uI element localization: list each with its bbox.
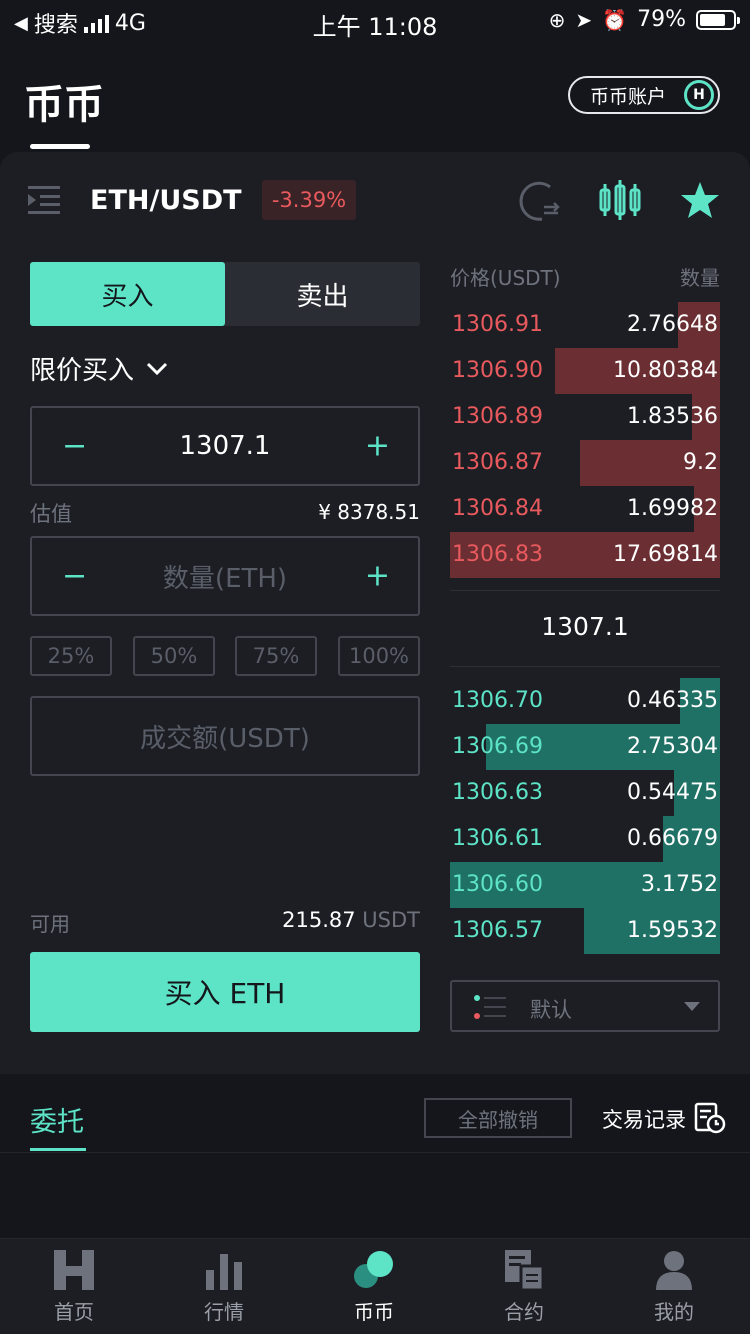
menu-icon[interactable] <box>28 186 60 214</box>
bid-row[interactable]: 1306.61 0.66679 <box>450 816 720 862</box>
percent-100-button[interactable]: 100% <box>338 636 420 676</box>
order-type-select[interactable]: 限价买入 <box>30 350 168 387</box>
status-bar: ◀ 搜索 4G 上午 11:08 ⊕ ➤ ⏰ 79% <box>0 0 750 44</box>
alarm-icon: ⏰ <box>602 7 628 32</box>
amount-minus-button[interactable]: − <box>62 559 87 594</box>
orientation-lock-icon: ⊕ <box>548 7 566 32</box>
available-balance: 215.87 USDT <box>282 908 420 932</box>
bid-row[interactable]: 1306.69 2.75304 <box>450 724 720 770</box>
amount-stepper: − 数量(ETH) + <box>30 536 420 616</box>
ask-row[interactable]: 1306.91 2.76648 <box>450 302 720 348</box>
tab-sell[interactable]: 卖出 <box>225 262 420 326</box>
nav-profile[interactable]: 我的 <box>624 1250 724 1325</box>
divider <box>0 1152 750 1153</box>
account-button[interactable]: 币币账户 H <box>568 76 720 114</box>
nav-home[interactable]: 首页 <box>24 1250 124 1325</box>
ask-row[interactable]: 1306.90 10.80384 <box>450 348 720 394</box>
nav-spot[interactable]: 币币 <box>324 1250 424 1325</box>
available-value: 215.87 <box>282 908 356 932</box>
refresh-icon[interactable] <box>518 179 562 223</box>
available-unit: USDT <box>362 908 420 932</box>
price-stepper: − 1307.1 + <box>30 406 420 486</box>
estimate-label: 估值 <box>30 502 72 526</box>
estimate-value: ¥ 8378.51 <box>318 500 420 524</box>
history-icon[interactable] <box>694 1102 726 1134</box>
trade-history-label: 交易记录 <box>602 1108 686 1132</box>
account-logo-icon: H <box>684 80 714 110</box>
price-plus-button[interactable]: + <box>365 429 390 464</box>
amount-input[interactable]: 数量(ETH) <box>163 558 287 595</box>
price-change-badge: -3.39% <box>262 180 356 220</box>
ask-row[interactable]: 1306.84 1.69982 <box>450 486 720 532</box>
percent-75-button[interactable]: 75% <box>235 636 317 676</box>
orders-tab-underline <box>30 1148 86 1151</box>
buy-eth-button[interactable]: 买入 ETH <box>30 952 420 1032</box>
bid-row[interactable]: 1306.63 0.54475 <box>450 770 720 816</box>
percent-25-button[interactable]: 25% <box>30 636 112 676</box>
home-icon <box>54 1250 94 1290</box>
nav-contract-label: 合约 <box>504 1300 544 1324</box>
kline-icon[interactable] <box>598 180 642 220</box>
page-title: 币币 <box>24 82 104 128</box>
caret-down-icon <box>684 1002 700 1011</box>
profile-icon <box>656 1251 692 1290</box>
battery-percent: 79% <box>637 7 686 32</box>
depth-mode-label: 默认 <box>530 998 572 1022</box>
percent-50-button[interactable]: 50% <box>133 636 215 676</box>
chevron-down-icon <box>146 362 168 375</box>
bid-row[interactable]: 1306.70 0.46335 <box>450 678 720 724</box>
favorite-star-icon[interactable] <box>680 181 720 219</box>
account-button-label: 币币账户 <box>590 85 667 108</box>
total-placeholder: 成交额(USDT) <box>140 723 310 754</box>
divider <box>450 590 720 591</box>
spot-icon <box>354 1251 393 1288</box>
contract-icon <box>505 1250 545 1290</box>
pair-name[interactable]: ETH/USDT <box>90 185 242 216</box>
orderbook-qty-header: 数量 <box>680 266 720 290</box>
tab-orders[interactable]: 委托 <box>30 1100 84 1139</box>
status-right: ⊕ ➤ ⏰ 79% <box>548 7 740 32</box>
bid-row[interactable]: 1306.57 1.59532 <box>450 908 720 954</box>
depth-mode-icon <box>474 995 506 1019</box>
location-icon: ➤ <box>575 7 593 32</box>
trade-history-link[interactable]: 交易记录 <box>602 1104 686 1134</box>
nav-contract[interactable]: 合约 <box>474 1250 574 1325</box>
amount-plus-button[interactable]: + <box>365 559 390 594</box>
order-type-label: 限价买入 <box>30 356 135 386</box>
market-icon <box>206 1254 242 1290</box>
depth-mode-select[interactable]: 默认 <box>450 980 720 1032</box>
price-input[interactable]: 1307.1 <box>180 431 271 461</box>
total-input[interactable]: 成交额(USDT) <box>30 696 420 776</box>
orderbook-price-header: 价格(USDT) <box>450 266 561 290</box>
price-minus-button[interactable]: − <box>62 429 87 464</box>
ask-row[interactable]: 1306.83 17.69814 <box>450 532 720 578</box>
title-underline <box>30 144 90 149</box>
battery-icon <box>696 9 740 30</box>
ask-row[interactable]: 1306.87 9.2 <box>450 440 720 486</box>
ask-row[interactable]: 1306.89 1.83536 <box>450 394 720 440</box>
divider <box>450 666 720 667</box>
bid-row[interactable]: 1306.60 3.1752 <box>450 862 720 908</box>
nav-market-label: 行情 <box>204 1300 244 1324</box>
nav-market[interactable]: 行情 <box>174 1250 274 1325</box>
cancel-all-button[interactable]: 全部撤销 <box>424 1098 572 1138</box>
nav-spot-label: 币币 <box>354 1300 394 1324</box>
nav-home-label: 首页 <box>54 1300 94 1324</box>
tab-buy[interactable]: 买入 <box>30 262 225 326</box>
last-price: 1307.1 <box>541 612 629 641</box>
available-label: 可用 <box>30 912 70 936</box>
nav-profile-label: 我的 <box>654 1300 694 1324</box>
